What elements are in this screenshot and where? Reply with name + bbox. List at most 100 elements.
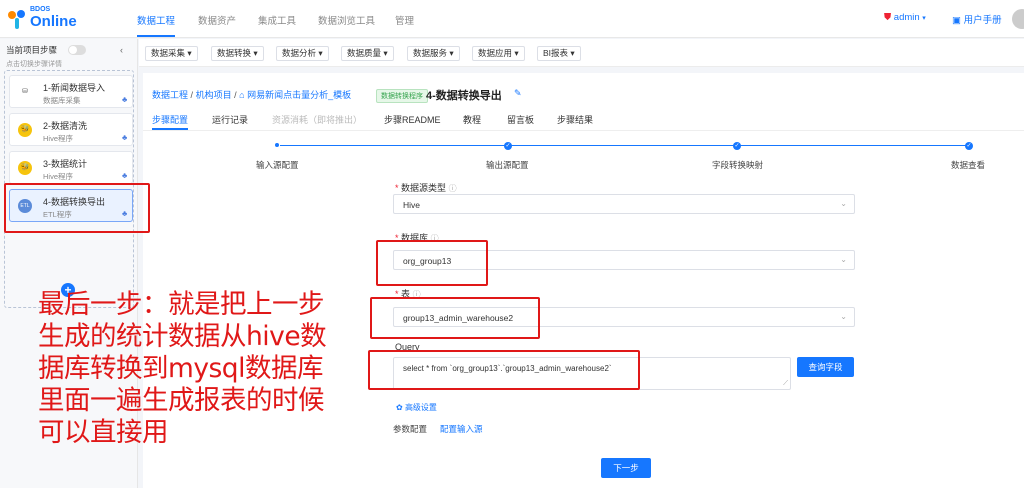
advanced-settings-link[interactable]: ✿ 高级设置 — [396, 402, 437, 413]
book-icon: ▣ — [952, 15, 961, 26]
query-fields-button[interactable]: 查询字段 — [797, 357, 854, 377]
flow-icon[interactable]: ♣ — [122, 95, 127, 104]
tab-message-board[interactable]: 留言板 — [507, 113, 534, 126]
tab-step-readme[interactable]: 步骤README — [384, 113, 441, 126]
home-icon: ⌂ — [239, 90, 245, 100]
user-manual-label: 用户手册 — [963, 15, 1002, 26]
progress-step-input-source[interactable]: 输入源配置 — [256, 159, 299, 171]
flow-icon[interactable]: ♣ — [122, 171, 127, 180]
bdos-logo-icon — [8, 10, 25, 29]
check-icon: ✓ — [733, 142, 741, 150]
step-type: Hive程序 — [43, 134, 74, 143]
menu-label: 数据采集 — [151, 48, 186, 58]
tab-divider — [143, 130, 1024, 131]
breadcrumb-separator: / — [190, 90, 194, 100]
hive-icon: 🐝 — [18, 161, 32, 175]
edit-icon[interactable]: ✎ — [514, 88, 522, 99]
annotation-highlight-table — [370, 297, 540, 339]
annotation-line: 据库转换到mysql数据库 — [38, 353, 324, 384]
tab-step-result[interactable]: 步骤结果 — [557, 113, 593, 126]
progress-step-field-mapping[interactable]: 字段转换映射 — [712, 159, 763, 171]
step-type: 数据库采集 — [43, 96, 81, 105]
tab-resource-usage: 资源消耗（即将推出） — [272, 115, 363, 125]
tab-run-records[interactable]: 运行记录 — [212, 113, 248, 126]
menu-label: 数据转换 — [217, 48, 252, 58]
breadcrumb-separator: / — [234, 90, 237, 100]
step-name: 2-数据清洗 — [43, 121, 88, 131]
menu-label: 数据分析 — [282, 48, 317, 58]
program-type-tag: 数据转换程序 — [376, 89, 428, 103]
advanced-label: 高级设置 — [404, 403, 437, 412]
progress-dot-current — [275, 143, 279, 147]
module-toolbar: 数据采集 ▾ 数据转换 ▾ 数据分析 ▾ 数据质量 ▾ 数据服务 ▾ 数据应用 … — [139, 39, 1024, 67]
annotation-line: 里面一遍生成报表的时候 — [38, 385, 325, 416]
resize-handle-icon[interactable]: ⟋ — [783, 380, 788, 388]
label-text: 数据源类型 — [401, 183, 447, 193]
menu-label: 数据质量 — [347, 48, 382, 58]
chevron-down-icon: ⌄ — [840, 255, 847, 264]
step-item-1[interactable]: ⛁ 1-新闻数据导入 数据库采集 ♣ — [9, 75, 133, 108]
breadcrumb-project-template[interactable]: 网易新闻点击量分析_模板 — [247, 90, 351, 100]
menu-data-quality[interactable]: 数据质量 ▾ — [341, 46, 394, 61]
progress-step-data-view[interactable]: 数据查看 — [951, 159, 985, 171]
nav-admin[interactable]: 管理 — [395, 13, 414, 27]
menu-label: 数据应用 — [478, 48, 513, 58]
page-title: 4-数据转换导出 — [426, 90, 502, 102]
step-detail-toggle[interactable] — [68, 45, 86, 55]
menu-bi-report[interactable]: BI报表 ▾ — [537, 46, 581, 61]
logo-small-text: BDOS — [30, 6, 51, 13]
database-icon: ⛁ — [22, 88, 28, 95]
param-config-label: 参数配置 — [393, 424, 428, 434]
step-name: 3-数据统计 — [43, 159, 88, 169]
tab-tutorial[interactable]: 教程 — [463, 113, 481, 126]
annotation-line: 生成的统计数据从hive数 — [38, 321, 327, 352]
menu-data-application[interactable]: 数据应用 ▾ — [472, 46, 525, 61]
annotation-highlight-database — [376, 240, 488, 286]
nav-data-engineering[interactable]: 数据工程 — [137, 13, 175, 27]
check-icon: ✓ — [504, 142, 512, 150]
sidebar-title: 当前项目步骤 — [6, 45, 58, 55]
breadcrumb-data-engineering[interactable]: 数据工程 — [152, 90, 188, 100]
tab-step-config[interactable]: 步骤配置 — [152, 113, 188, 126]
menu-data-transform[interactable]: 数据转换 ▾ — [211, 46, 264, 61]
sidebar-subtitle: 点击切换步骤详情 — [6, 61, 62, 68]
chevron-down-icon: ⌄ — [840, 199, 847, 208]
datasource-type-select[interactable]: Hive ⌄ — [393, 194, 855, 214]
logo-text: Online — [30, 13, 77, 30]
progress-line — [280, 145, 970, 146]
top-navbar: BDOS Online 数据工程 数据资产 集成工具 数据浏览工具 管理 ⛊ a… — [0, 0, 1024, 38]
logo[interactable]: BDOS Online — [6, 6, 86, 32]
flow-icon[interactable]: ♣ — [122, 133, 127, 142]
required-mark: * — [395, 183, 399, 193]
progress-step-output-source[interactable]: 输出源配置 — [486, 159, 529, 171]
select-value: Hive — [403, 200, 421, 210]
user-manual-link[interactable]: ▣ 用户手册 — [952, 12, 1002, 26]
check-icon: ✓ — [965, 142, 973, 150]
caret-down-icon: ▾ — [922, 15, 926, 22]
help-icon: ⓘ — [448, 184, 457, 193]
menu-data-collection[interactable]: 数据采集 ▾ — [145, 46, 198, 61]
menu-data-service[interactable]: 数据服务 ▾ — [407, 46, 460, 61]
datasource-type-label: * 数据源类型 ⓘ — [395, 181, 457, 194]
nav-data-browser-tools[interactable]: 数据浏览工具 — [318, 13, 375, 27]
user-name: admin — [893, 12, 920, 23]
breadcrumb-institution-project[interactable]: 机构项目 — [196, 90, 232, 100]
gear-icon: ✿ — [396, 403, 403, 412]
menu-label: 数据服务 — [413, 48, 448, 58]
annotation-highlight-query — [368, 350, 640, 390]
chevron-down-icon: ⌄ — [840, 312, 847, 321]
annotation-line: 最后一步：就是把上一步 — [38, 289, 325, 320]
nav-integration-tools[interactable]: 集成工具 — [258, 13, 296, 27]
collapse-sidebar-icon[interactable]: ‹ — [120, 45, 123, 55]
nav-data-assets[interactable]: 数据资产 — [198, 13, 236, 27]
step-item-3[interactable]: 🐝 3-数据统计 Hive程序 ♣ — [9, 151, 133, 184]
annotation-text: 最后一步：就是把上一步 生成的统计数据从hive数 据库转换到mysql数据库 … — [38, 289, 356, 449]
annotation-line: 可以直接用 — [38, 417, 169, 448]
step-item-2[interactable]: 🐝 2-数据清洗 Hive程序 ♣ — [9, 113, 133, 146]
avatar[interactable] — [1012, 9, 1024, 29]
user-menu[interactable]: ⛊ admin ▾ — [884, 12, 926, 23]
configure-input-source-link[interactable]: 配置输入源 — [440, 423, 483, 435]
next-step-button[interactable]: 下一步 — [601, 458, 651, 478]
menu-data-analysis[interactable]: 数据分析 ▾ — [276, 46, 329, 61]
step-type: Hive程序 — [43, 172, 74, 181]
